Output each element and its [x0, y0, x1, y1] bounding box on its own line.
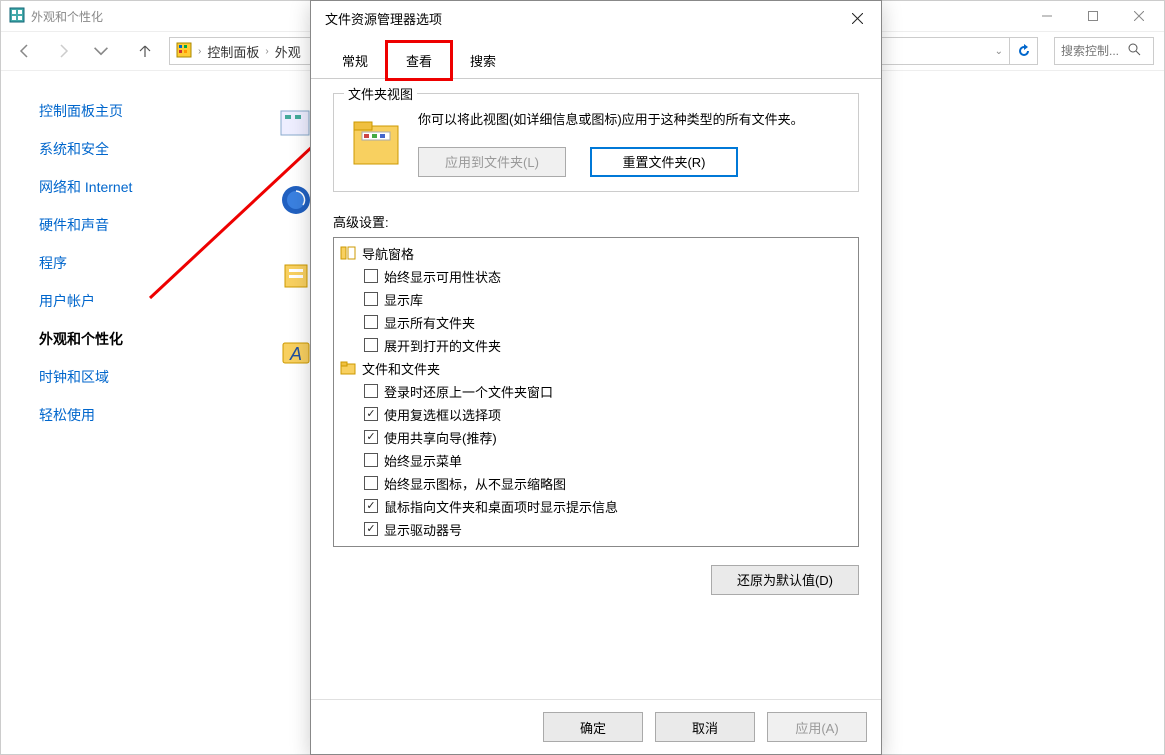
checkbox[interactable]: [364, 430, 378, 444]
cancel-button[interactable]: 取消: [655, 712, 755, 742]
tree-item[interactable]: 显示所有文件夹: [336, 311, 856, 334]
tree-item-label: 使用复选框以选择项: [384, 405, 501, 424]
tree-item-label: 使用共享向导(推荐): [384, 428, 497, 447]
category-icon[interactable]: A: [279, 335, 313, 369]
close-button[interactable]: [1116, 2, 1162, 30]
reset-folders-button[interactable]: 重置文件夹(R): [590, 147, 738, 177]
dialog-button-row: 确定 取消 应用(A): [311, 699, 881, 754]
tab-view[interactable]: 查看: [387, 42, 451, 79]
sidebar-item-home[interactable]: 控制面板主页: [39, 101, 261, 121]
folder-icon: [340, 360, 356, 376]
sidebar-item-programs[interactable]: 程序: [39, 253, 261, 273]
tree-item[interactable]: 登录时还原上一个文件夹窗口: [336, 380, 856, 403]
tree-group-label: 文件和文件夹: [362, 359, 440, 378]
tree-item-label: 登录时还原上一个文件夹窗口: [384, 382, 553, 401]
advanced-settings-tree[interactable]: 导航窗格 始终显示可用性状态 显示库 显示所有文件夹 展开到打开的文件夹 文件和…: [333, 237, 859, 547]
forward-button[interactable]: [49, 37, 77, 65]
restore-defaults-button[interactable]: 还原为默认值(D): [711, 565, 859, 595]
tree-item-label: 鼠标指向文件夹和桌面项时显示提示信息: [384, 497, 618, 516]
tree-item-label: 展开到打开的文件夹: [384, 336, 501, 355]
apply-to-folders-button[interactable]: 应用到文件夹(L): [418, 147, 566, 177]
checkbox[interactable]: [364, 499, 378, 513]
tree-item[interactable]: 始终显示可用性状态: [336, 265, 856, 288]
sidebar-item-ease[interactable]: 轻松使用: [39, 405, 261, 425]
checkbox[interactable]: [364, 522, 378, 536]
tree-item[interactable]: 显示驱动器号: [336, 518, 856, 541]
ok-button[interactable]: 确定: [543, 712, 643, 742]
svg-text:A: A: [289, 344, 302, 364]
sidebar: 控制面板主页 系统和安全 网络和 Internet 硬件和声音 程序 用户帐户 …: [1, 73, 261, 754]
chevron-down-icon[interactable]: ⌄: [995, 46, 1003, 57]
group-legend: 文件夹视图: [344, 84, 417, 103]
tree-item[interactable]: 使用共享向导(推荐): [336, 426, 856, 449]
minimize-button[interactable]: [1024, 2, 1070, 30]
tree-item[interactable]: 始终显示菜单: [336, 449, 856, 472]
tree-item[interactable]: 使用复选框以选择项: [336, 403, 856, 426]
chevron-right-icon: ›: [198, 46, 201, 57]
tab-general[interactable]: 常规: [323, 42, 387, 79]
sidebar-item-network[interactable]: 网络和 Internet: [39, 177, 261, 197]
folder-icon: [348, 110, 404, 170]
sidebar-item-system[interactable]: 系统和安全: [39, 139, 261, 159]
dialog-close-button[interactable]: [835, 3, 879, 33]
folder-options-dialog: 文件资源管理器选项 常规 查看 搜索 文件夹视图 你可以将此视图(如详细信息或图…: [310, 0, 882, 755]
search-box[interactable]: [1054, 37, 1154, 65]
advanced-settings-label: 高级设置:: [333, 212, 859, 231]
category-icon[interactable]: [279, 107, 313, 141]
tree-item[interactable]: 显示库: [336, 288, 856, 311]
sidebar-item-users[interactable]: 用户帐户: [39, 291, 261, 311]
dialog-tabs: 常规 查看 搜索: [311, 35, 881, 79]
refresh-button[interactable]: [1010, 37, 1038, 65]
back-button[interactable]: [11, 37, 39, 65]
sidebar-item-appearance[interactable]: 外观和个性化: [39, 329, 261, 349]
breadcrumb-item[interactable]: 控制面板: [207, 42, 259, 61]
search-icon[interactable]: [1127, 42, 1141, 61]
content-area: A: [279, 107, 313, 369]
checkbox[interactable]: [364, 315, 378, 329]
chevron-right-icon: ›: [265, 46, 268, 57]
breadcrumb-icon: [176, 42, 192, 61]
tree-group-nav-pane: 导航窗格: [336, 242, 856, 265]
tree-item-label: 始终显示可用性状态: [384, 267, 501, 286]
category-icon[interactable]: [279, 259, 313, 293]
category-icon[interactable]: [279, 183, 313, 217]
tree-item[interactable]: 鼠标指向文件夹和桌面项时显示提示信息: [336, 495, 856, 518]
tree-item-label: 显示库: [384, 290, 423, 309]
tree-item[interactable]: 展开到打开的文件夹: [336, 334, 856, 357]
nav-pane-icon: [340, 245, 356, 261]
checkbox[interactable]: [364, 453, 378, 467]
sidebar-item-clock[interactable]: 时钟和区域: [39, 367, 261, 387]
tree-item-label: 显示驱动器号: [384, 520, 462, 539]
up-button[interactable]: [131, 37, 159, 65]
group-description: 你可以将此视图(如详细信息或图标)应用于这种类型的所有文件夹。: [418, 110, 844, 131]
breadcrumb-item[interactable]: 外观: [275, 42, 301, 61]
tree-group-label: 导航窗格: [362, 244, 414, 263]
dialog-title: 文件资源管理器选项: [325, 9, 442, 28]
maximize-button[interactable]: [1070, 2, 1116, 30]
app-icon: [9, 7, 25, 26]
tree-item-label: 显示所有文件夹: [384, 313, 475, 332]
checkbox[interactable]: [364, 407, 378, 421]
tree-item-label: 始终显示菜单: [384, 451, 462, 470]
sidebar-item-hardware[interactable]: 硬件和声音: [39, 215, 261, 235]
window-title: 外观和个性化: [31, 8, 103, 25]
tree-group-files-folders: 文件和文件夹: [336, 357, 856, 380]
recent-dropdown[interactable]: [87, 37, 115, 65]
tree-item-label: 始终显示图标，从不显示缩略图: [384, 474, 566, 493]
folder-view-group: 文件夹视图 你可以将此视图(如详细信息或图标)应用于这种类型的所有文件夹。 应用…: [333, 93, 859, 192]
checkbox[interactable]: [364, 269, 378, 283]
search-input[interactable]: [1061, 44, 1121, 58]
apply-button[interactable]: 应用(A): [767, 712, 867, 742]
checkbox[interactable]: [364, 384, 378, 398]
checkbox[interactable]: [364, 476, 378, 490]
checkbox[interactable]: [364, 292, 378, 306]
checkbox[interactable]: [364, 338, 378, 352]
dialog-titlebar: 文件资源管理器选项: [311, 1, 881, 35]
tab-search[interactable]: 搜索: [451, 42, 515, 79]
tree-item[interactable]: 始终显示图标，从不显示缩略图: [336, 472, 856, 495]
